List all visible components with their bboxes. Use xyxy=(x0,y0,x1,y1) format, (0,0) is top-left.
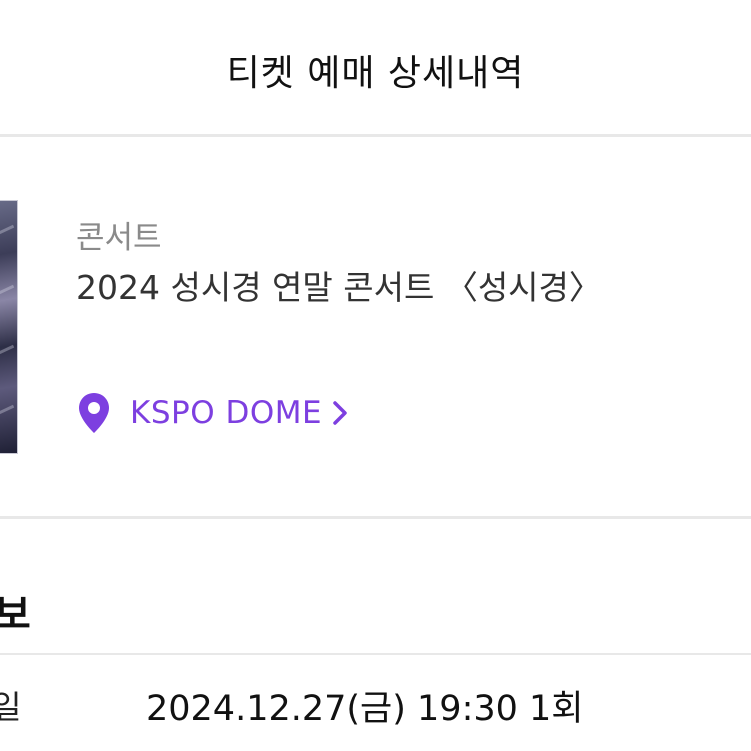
performance-date-value: 2024.12.27(금) 19:30 1회 xyxy=(146,689,584,729)
date-label: 일 xyxy=(0,688,22,726)
venue-name: KSPO DOME xyxy=(130,395,323,431)
venue-link[interactable]: KSPO DOME xyxy=(76,389,350,437)
event-poster-image[interactable] xyxy=(0,200,18,454)
chevron-right-icon xyxy=(332,400,350,426)
divider xyxy=(0,134,751,137)
divider xyxy=(0,516,751,519)
event-category: 콘서트 xyxy=(76,220,162,256)
section-title: 보 xyxy=(0,592,31,638)
map-pin-icon xyxy=(76,390,120,436)
page-title: 티켓 예매 상세내역 xyxy=(226,53,525,94)
divider xyxy=(0,653,751,655)
header: 티켓 예매 상세내역 xyxy=(0,0,751,134)
event-title: 2024 성시경 연말 콘서트 〈성시경〉 xyxy=(76,268,602,307)
